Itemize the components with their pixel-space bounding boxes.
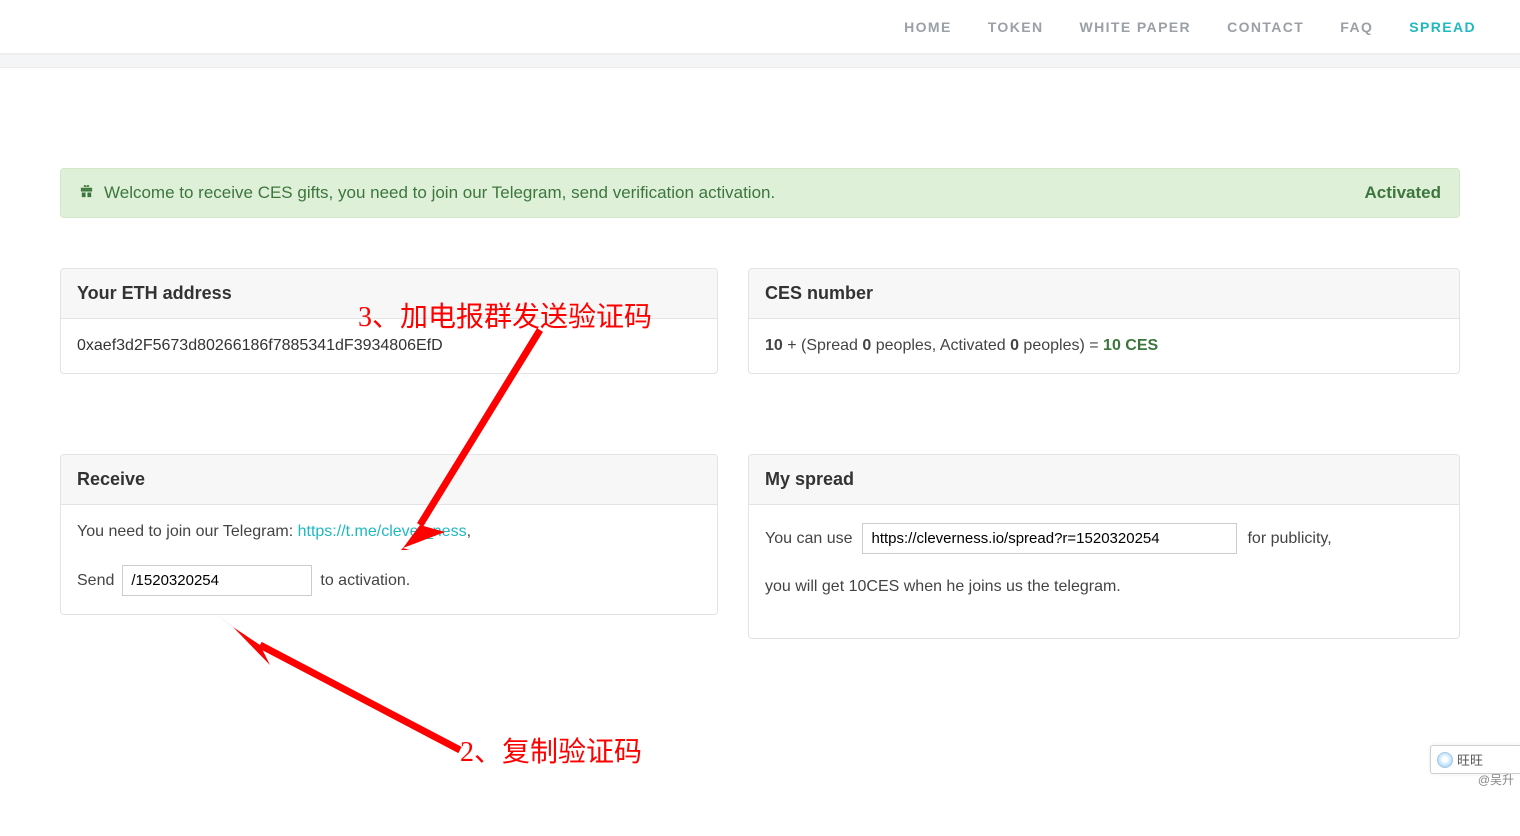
spread-url-line: You can use for publicity,	[765, 523, 1443, 554]
eth-address-value: 0xaef3d2F5673d80266186f7885341dF3934806E…	[77, 337, 443, 354]
alert-text: Welcome to receive CES gifts, you need t…	[104, 183, 775, 203]
page-content: Welcome to receive CES gifts, you need t…	[0, 68, 1520, 669]
alert-status: Activated	[1364, 183, 1441, 203]
ces-summary: 10 + (Spread 0 peoples, Activated 0 peop…	[749, 319, 1459, 373]
panel-ces-number: CES number 10 + (Spread 0 peoples, Activ…	[748, 268, 1460, 374]
spread-use-label: You can use	[765, 530, 852, 548]
ces-total: 10 CES	[1103, 337, 1158, 354]
nav-contact[interactable]: CONTACT	[1209, 9, 1322, 45]
panel-title-receive: Receive	[61, 455, 717, 505]
spread-url-input[interactable]	[862, 523, 1237, 554]
nav-whitepaper[interactable]: WHITE PAPER	[1061, 9, 1209, 45]
welcome-alert: Welcome to receive CES gifts, you need t…	[60, 168, 1460, 218]
chat-handle: @吴升	[1478, 771, 1514, 788]
panel-title-ces: CES number	[749, 269, 1459, 319]
panel-eth-address: Your ETH address 0xaef3d2F5673d80266186f…	[60, 268, 718, 374]
nav-faq[interactable]: FAQ	[1322, 9, 1391, 45]
chat-widget[interactable]: 旺旺	[1430, 745, 1520, 774]
nav-links: HOME TOKEN WHITE PAPER CONTACT FAQ SPREA…	[886, 9, 1494, 45]
nav-spread[interactable]: SPREAD	[1391, 9, 1494, 45]
receive-telegram-line: You need to join our Telegram: https://t…	[77, 523, 701, 541]
annotation-step2-text: 2、复制验证码	[460, 730, 642, 770]
ces-spread-count: 0	[862, 337, 871, 354]
spread-bonus-line: you will get 10CES when he joins us the …	[765, 578, 1443, 596]
wangwang-icon	[1437, 752, 1453, 768]
panel-title-myspread: My spread	[749, 455, 1459, 505]
ces-activated-count: 0	[1010, 337, 1019, 354]
chat-widget-label: 旺旺	[1457, 750, 1483, 769]
panel-title-eth: Your ETH address	[61, 269, 717, 319]
telegram-link[interactable]: https://t.me/clever_ness	[298, 523, 467, 540]
send-suffix: to activation.	[320, 572, 410, 590]
nav-home[interactable]: HOME	[886, 9, 970, 45]
header-strip	[0, 54, 1520, 68]
nav-token[interactable]: TOKEN	[970, 9, 1062, 45]
panel-receive: Receive You need to join our Telegram: h…	[60, 454, 718, 615]
gift-icon	[79, 184, 94, 203]
verification-code-input[interactable]	[122, 565, 312, 596]
ces-base: 10	[765, 337, 783, 354]
send-label: Send	[77, 572, 114, 590]
panel-my-spread: My spread You can use for publicity, you…	[748, 454, 1460, 639]
spread-use-suffix: for publicity,	[1247, 530, 1331, 548]
receive-send-line: Send to activation.	[77, 565, 701, 596]
top-navbar: HOME TOKEN WHITE PAPER CONTACT FAQ SPREA…	[0, 0, 1520, 54]
